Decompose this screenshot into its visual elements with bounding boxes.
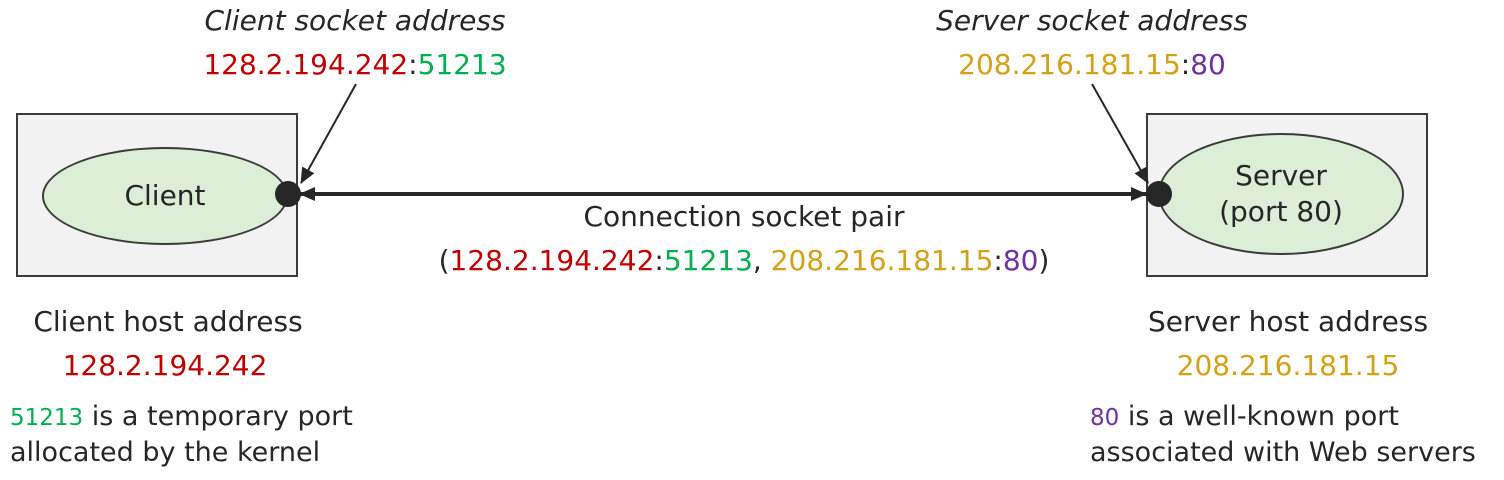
server-port-note-rest: is a well-known port	[1119, 401, 1399, 432]
pair-client-ip: 128.2.194.242	[449, 244, 655, 277]
client-host-title: Client host address	[33, 305, 303, 338]
pair-server-port: 80	[1002, 244, 1039, 277]
server-socket-dot	[1146, 181, 1172, 207]
pair-client-port: 51213	[663, 244, 753, 277]
pair-close-paren: )	[1038, 244, 1050, 277]
connection-pair: (128.2.194.242:51213, 208.216.181.15:80)	[439, 244, 1050, 277]
server-port-note-line1: 80 is a well-known port	[1090, 401, 1399, 432]
client-port-note-port: 51213	[10, 405, 84, 431]
client-socket-dot	[275, 181, 301, 207]
pair-comma: ,	[752, 244, 771, 277]
pair-open-paren: (	[438, 244, 450, 277]
server-socket-pointer	[1091, 83, 1149, 184]
connection-title: Connection socket pair	[583, 200, 905, 233]
client-port-note-line1: 51213 is a temporary port	[10, 401, 353, 432]
pair-server-ip: 208.216.181.15	[770, 244, 994, 277]
client-port-note-rest: is a temporary port	[83, 401, 353, 432]
server-port-note-line2: associated with Web servers	[1090, 437, 1476, 468]
client-host-ip: 128.2.194.242	[62, 349, 268, 382]
client-port-note-line2: allocated by the kernel	[10, 437, 321, 468]
server-host-title: Server host address	[1147, 305, 1429, 338]
client-socket-pointer	[300, 83, 357, 184]
server-host-ip: 208.216.181.15	[1176, 349, 1400, 382]
pair-server-colon: :	[993, 244, 1003, 277]
server-port-note-port: 80	[1090, 405, 1120, 431]
pair-client-colon: :	[654, 244, 664, 277]
